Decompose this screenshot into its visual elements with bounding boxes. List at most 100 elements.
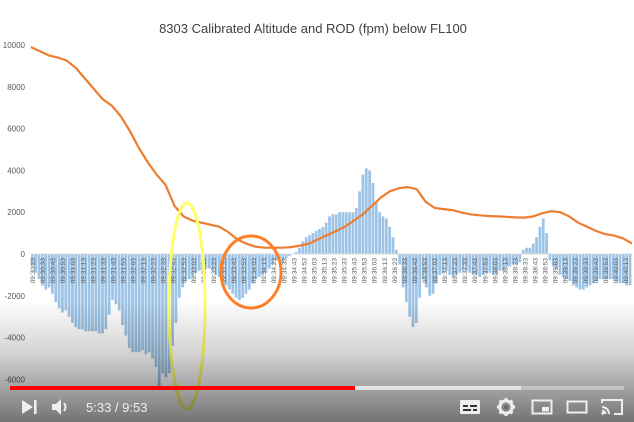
y-tick-label: 4000 — [7, 166, 25, 175]
x-tick-label: 09:35:13 — [321, 258, 328, 284]
x-tick-label: 09:32:23 — [151, 258, 158, 284]
y-tick-label: -6000 — [5, 375, 26, 384]
x-tick-label: 09:37:03 — [432, 258, 439, 284]
rod-bar — [304, 237, 308, 254]
x-tick-label: 09:40:03 — [613, 258, 620, 284]
rod-bar — [371, 182, 375, 254]
rod-bar — [334, 214, 338, 254]
cast-button[interactable] — [597, 392, 627, 422]
x-tick-label: 09:32:13 — [141, 258, 148, 284]
x-tick-label: 09:36:53 — [422, 258, 429, 284]
rod-bar — [525, 247, 528, 254]
y-axis: 10000 8000 6000 4000 2000 0 -2000 -4000 -6000 — [3, 41, 26, 384]
chart-title: 8303 Calibrated Altitude and ROD (fpm) b… — [159, 21, 467, 36]
rod-bar — [538, 226, 542, 254]
rod-bar — [354, 208, 358, 254]
y-tick-label: -2000 — [5, 292, 26, 301]
x-tick-label: 09:33:03 — [191, 258, 198, 284]
x-tick-label: 09:33:53 — [241, 258, 248, 284]
rod-bar — [311, 233, 315, 254]
rod-bar — [348, 212, 351, 254]
volume-button[interactable] — [48, 392, 76, 422]
x-tick-label: 09:38:53 — [543, 258, 550, 284]
rod-bar — [535, 237, 538, 254]
x-tick-label: 09:34:23 — [271, 258, 278, 284]
x-tick-label: 09:32:33 — [161, 258, 168, 284]
x-tick-label: 09:30:43 — [50, 258, 57, 284]
subtitles-button[interactable] — [456, 392, 484, 422]
x-tick-label: 09:35:33 — [342, 258, 349, 284]
x-tick-label: 09:35:23 — [332, 258, 339, 284]
y-tick-label: 0 — [21, 250, 26, 259]
rod-bar — [314, 231, 318, 254]
rod-bar — [545, 233, 548, 254]
rod-bar — [528, 247, 532, 254]
x-tick-label: 09:35:43 — [352, 258, 359, 284]
rod-bar — [381, 216, 385, 254]
cast-icon — [601, 399, 623, 415]
x-tick-label: 09:38:03 — [492, 258, 499, 284]
x-tick-label: 09:39:33 — [583, 258, 590, 284]
time-current: 5:33 — [86, 400, 112, 415]
rod-bar — [378, 212, 381, 254]
rod-bar — [341, 212, 345, 254]
x-tick-label: 09:33:43 — [231, 258, 238, 284]
x-tick-label: 09:34:03 — [251, 258, 258, 284]
x-tick-label: 09:31:43 — [110, 258, 117, 284]
x-tick-label: 09:31:53 — [120, 258, 127, 284]
rod-bar — [344, 212, 348, 254]
theater-mode-button[interactable] — [563, 392, 591, 422]
rod-bar — [384, 218, 388, 254]
next-button[interactable] — [14, 392, 44, 422]
miniplayer-button[interactable] — [528, 392, 556, 422]
x-tick-label: 09:34:13 — [261, 258, 268, 284]
rod-bar — [298, 247, 301, 254]
control-bar: 5:33 / 9:53 — [0, 392, 634, 422]
x-tick-label: 09:31:23 — [90, 258, 97, 284]
x-tick-label: 09:32:53 — [181, 258, 188, 284]
x-tick-label: 09:30:53 — [60, 258, 67, 284]
x-tick-label: 09:38:33 — [522, 258, 529, 284]
y-tick-label: 8000 — [7, 83, 25, 92]
time-display: 5:33 / 9:53 — [86, 392, 147, 422]
x-tick-label: 09:36:33 — [402, 258, 409, 284]
x-tick-label: 09:30:33 — [40, 258, 47, 284]
time-duration: 9:53 — [122, 400, 148, 415]
rod-bar — [368, 170, 371, 254]
x-tick-label: 09:37:33 — [462, 258, 469, 284]
settings-button[interactable] — [492, 392, 520, 422]
y-tick-label: 6000 — [7, 125, 25, 134]
rod-bar — [351, 212, 355, 254]
next-icon — [22, 400, 37, 414]
volume-icon — [52, 399, 67, 415]
progress-bar[interactable] — [10, 386, 624, 390]
x-axis: 09:30:23 09:30:33 09:30:43 09:30:53 09:31:03… — [30, 258, 630, 284]
x-tick-label: 09:36:23 — [392, 258, 399, 284]
time-separator: / — [111, 400, 123, 415]
annotation-ellipse-yellow — [167, 201, 207, 411]
subtitles-icon — [460, 400, 480, 414]
x-tick-label: 09:39:53 — [603, 258, 610, 284]
rod-bar — [284, 254, 288, 259]
x-tick-label: 09:39:13 — [563, 258, 570, 284]
x-tick-label: 09:35:53 — [362, 258, 369, 284]
rod-bar — [541, 218, 545, 254]
rod-bar — [324, 222, 328, 254]
x-tick-label: 09:39:03 — [553, 258, 560, 284]
video-player[interactable]: 8303 Calibrated Altitude and ROD (fpm) b… — [0, 0, 634, 422]
x-tick-label: 09:34:43 — [291, 258, 298, 284]
theater-mode-icon — [566, 400, 588, 414]
x-tick-label: 09:31:33 — [100, 258, 107, 284]
x-tick-label: 09:36:03 — [372, 258, 379, 284]
x-tick-label: 09:38:23 — [512, 258, 519, 284]
rod-bar — [358, 191, 361, 254]
x-tick-label: 09:36:13 — [382, 258, 389, 284]
x-tick-label: 09:36:43 — [412, 258, 419, 284]
x-tick-label: 09:30:23 — [30, 258, 37, 284]
x-tick-label: 09:40:13 — [623, 258, 630, 284]
rod-bar — [321, 226, 325, 254]
x-tick-label: 09:35:03 — [311, 258, 318, 284]
chart: 8303 Calibrated Altitude and ROD (fpm) b… — [3, 21, 633, 411]
rod-bar — [521, 249, 525, 254]
x-tick-label: 09:37:13 — [442, 258, 449, 284]
